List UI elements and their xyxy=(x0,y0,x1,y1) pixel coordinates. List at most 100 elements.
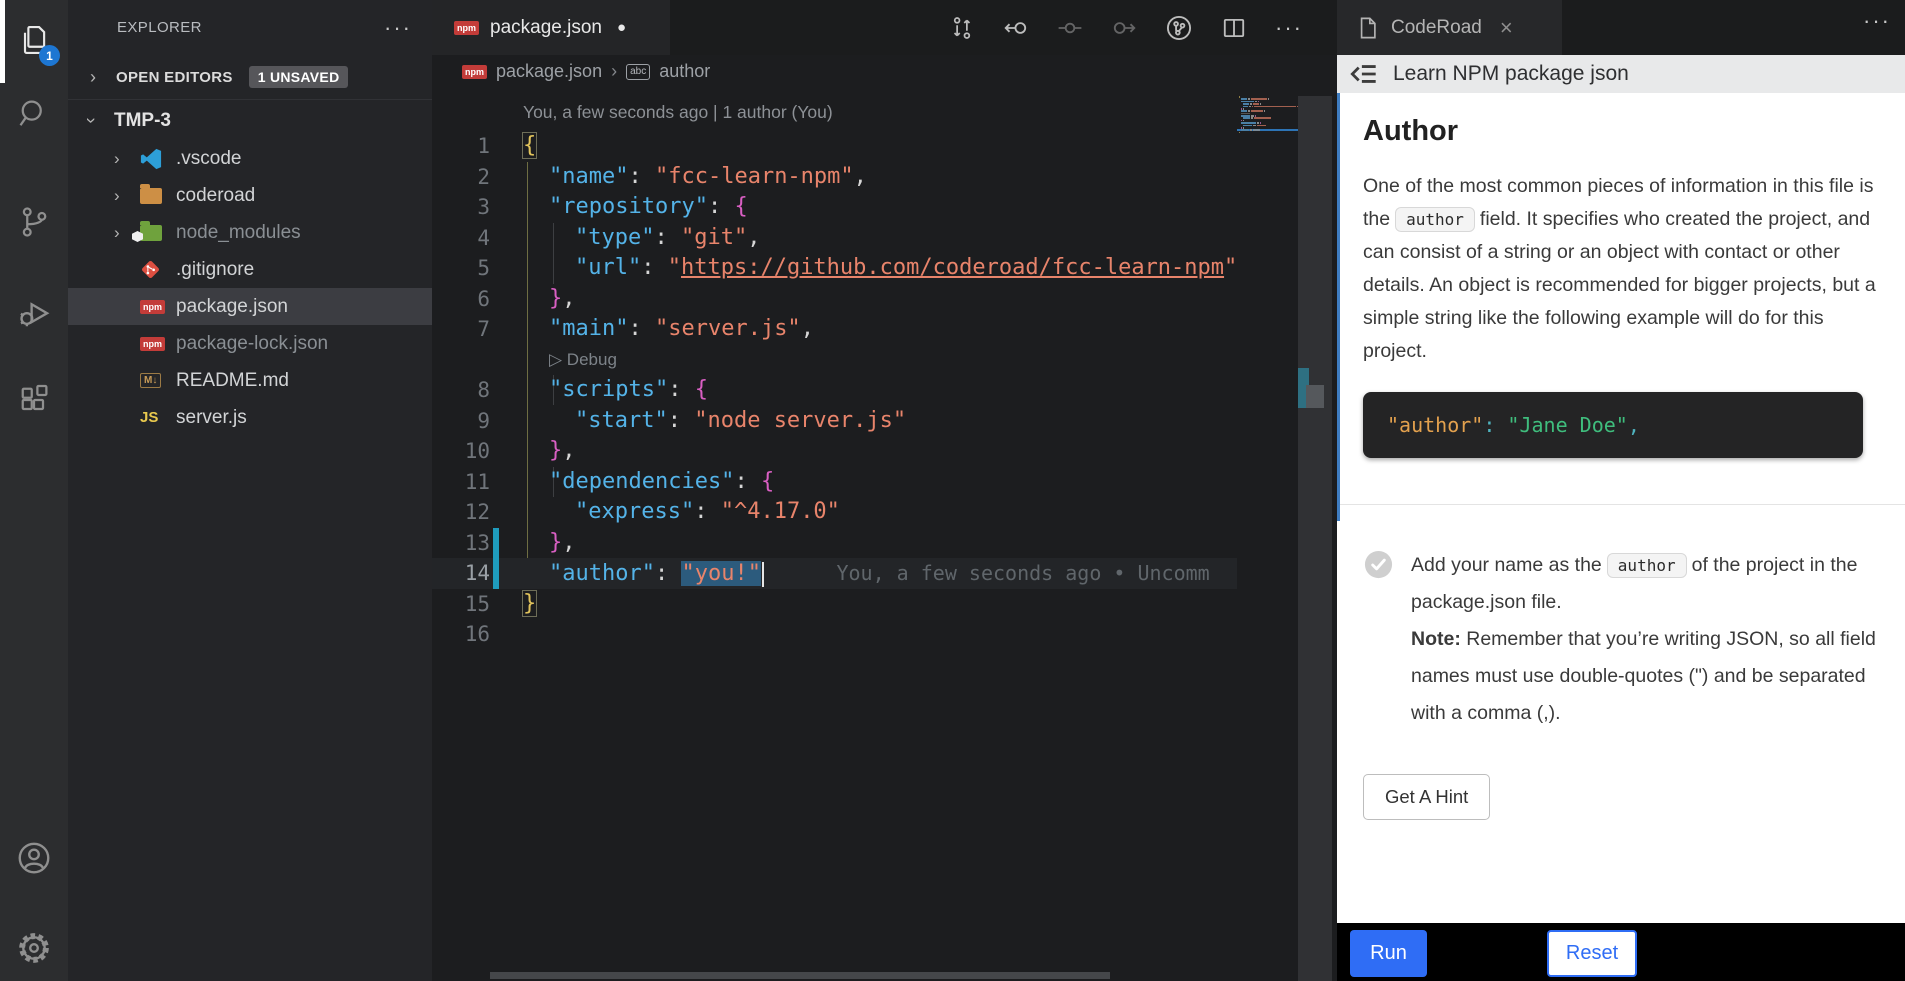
activity-account-button[interactable] xyxy=(0,824,68,892)
line-number: 16 xyxy=(432,619,490,650)
activity-source-control-button[interactable] xyxy=(0,188,68,256)
run-button[interactable]: Run xyxy=(1350,930,1427,977)
open-editors-section[interactable]: › OPEN EDITORS 1 UNSAVED xyxy=(68,55,432,100)
code-key: "author" xyxy=(1387,413,1483,437)
code-line-12[interactable]: 12"express": "^4.17.0" xyxy=(432,497,1237,528)
code-line-13[interactable]: 13}, xyxy=(432,528,1237,559)
token-pun: , xyxy=(747,225,760,250)
tree-item-label: package-lock.json xyxy=(176,333,328,355)
token-pun: , xyxy=(562,438,575,463)
tree-item-coderoad[interactable]: ›coderoad xyxy=(68,177,432,214)
breadcrumb-file[interactable]: package.json xyxy=(496,61,602,82)
tree-item--vscode[interactable]: › .vscode xyxy=(68,140,432,177)
chevron-right-icon: › xyxy=(114,149,140,169)
menu-collapse-icon[interactable] xyxy=(1347,57,1381,91)
navigate-back-icon[interactable] xyxy=(1003,15,1029,41)
step-over-icon[interactable] xyxy=(1057,15,1083,41)
editor-tab-bar: npm package.json ● xyxy=(432,0,1337,55)
activity-search-button[interactable] xyxy=(0,80,68,148)
tree-item-readme-md[interactable]: M↓README.md xyxy=(68,362,432,399)
line-number: 14 xyxy=(432,558,490,589)
token-pink: { xyxy=(761,469,774,494)
activity-bar: 1 xyxy=(0,0,68,981)
code-line-9[interactable]: 9"start": "node server.js" xyxy=(432,406,1237,437)
npm-icon: npm xyxy=(454,21,479,35)
activity-run-debug-button[interactable] xyxy=(0,278,68,346)
code-value: "Jane Doe" xyxy=(1507,413,1627,437)
line-number: 8 xyxy=(432,375,490,406)
more-actions-icon[interactable]: ··· xyxy=(1275,23,1303,33)
code-line-14[interactable]: 14"author": "you!"You, a few seconds ago… xyxy=(432,558,1237,589)
code-line-6[interactable]: 6}, xyxy=(432,284,1237,315)
split-editor-icon[interactable] xyxy=(1221,15,1247,41)
panel-resize-sash[interactable] xyxy=(1337,93,1340,521)
panel-tab-bar: CodeRoad × ··· xyxy=(1337,0,1905,55)
minimap[interactable] xyxy=(1237,96,1298,136)
dirty-indicator[interactable]: ● xyxy=(617,19,626,36)
line-number: 12 xyxy=(432,497,490,528)
code-line-11[interactable]: 11"dependencies": { xyxy=(432,467,1237,498)
tree-item-package-json[interactable]: npm package.json xyxy=(68,288,432,325)
code-colon: : xyxy=(1483,413,1507,437)
editor-actions: ··· xyxy=(949,0,1303,55)
close-icon[interactable]: × xyxy=(1500,15,1513,41)
workspace-root-row[interactable]: › TMP-3 xyxy=(68,101,432,140)
tree-item-node-modules[interactable]: ›node_modules xyxy=(68,214,432,251)
tab-coderoad[interactable]: CodeRoad × xyxy=(1337,0,1562,55)
tree-item-package-lock-json[interactable]: npmpackage-lock.json xyxy=(68,325,432,362)
npm-icon: npm xyxy=(140,300,165,314)
token-url: https://github.com/coderoad/fcc-learn-np… xyxy=(681,255,1224,280)
line-number: 9 xyxy=(432,406,490,437)
tree-item-label: package.json xyxy=(176,296,288,318)
line-number: 15 xyxy=(432,589,490,620)
code-line-5[interactable]: 5"url": "https://github.com/coderoad/fcc… xyxy=(432,253,1237,284)
code-line-3[interactable]: 3"repository": { xyxy=(432,192,1237,223)
folder-icon xyxy=(140,188,162,204)
example-code-block: "author": "Jane Doe", xyxy=(1363,392,1863,458)
tab-package-json[interactable]: npm package.json ● xyxy=(432,0,670,55)
code-line-7[interactable]: 7"main": "server.js", xyxy=(432,314,1237,345)
token-key: "url" xyxy=(575,255,641,280)
timeline-icon[interactable] xyxy=(1165,14,1193,42)
tree-item--gitignore[interactable]: .gitignore xyxy=(68,251,432,288)
token-sel: "you!" xyxy=(681,561,760,586)
code-line-8[interactable]: 8"scripts": { xyxy=(432,375,1237,406)
vscode-window: 1 xyxy=(0,0,1905,981)
chevron-right-icon: › xyxy=(114,186,140,206)
vertical-scrollbar[interactable] xyxy=(1298,96,1332,981)
activity-explorer-button[interactable]: 1 xyxy=(0,6,68,74)
codelens-row[interactable]: ▷ Debug xyxy=(432,345,1237,376)
line-number xyxy=(432,345,490,376)
vertical-scrollbar-handle[interactable] xyxy=(1306,385,1324,408)
markdown-icon: M↓ xyxy=(140,373,161,388)
lesson-content: Author One of the most common pieces of … xyxy=(1337,93,1905,923)
code-line-10[interactable]: 10}, xyxy=(432,436,1237,467)
code-line-15[interactable]: 15} xyxy=(432,589,1237,620)
breadcrumb-symbol[interactable]: author xyxy=(659,61,710,82)
code-comma: , xyxy=(1628,413,1640,437)
code-line-1[interactable]: 1{ xyxy=(432,131,1237,162)
code-line-4[interactable]: 4"type": "git", xyxy=(432,223,1237,254)
token-ybr: } xyxy=(523,591,536,616)
horizontal-scrollbar-handle[interactable] xyxy=(490,972,1110,979)
lesson-paragraph: One of the most common pieces of informa… xyxy=(1363,170,1885,368)
token-pink: } xyxy=(549,438,562,463)
tree-item-label: .vscode xyxy=(176,148,241,170)
explorer-more-actions[interactable]: ··· xyxy=(384,23,412,33)
reset-button[interactable]: Reset xyxy=(1547,930,1637,977)
navigate-forward-icon[interactable] xyxy=(1111,15,1137,41)
code-line-16[interactable]: 16 xyxy=(432,619,1237,650)
activity-extensions-button[interactable] xyxy=(0,366,68,434)
chevron-down-icon: › xyxy=(81,118,102,124)
get-a-hint-button[interactable]: Get A Hint xyxy=(1363,774,1490,820)
activity-settings-button[interactable] xyxy=(0,914,68,981)
token-str: " xyxy=(1224,255,1237,280)
code-line-2[interactable]: 2"name": "fcc-learn-npm", xyxy=(432,162,1237,193)
tree-item-server-js[interactable]: JSserver.js xyxy=(68,399,432,436)
inline-code-author: author xyxy=(1395,207,1475,232)
token-key: "name" xyxy=(549,164,628,189)
abc-symbol-icon: abc xyxy=(626,64,650,80)
compare-changes-icon[interactable] xyxy=(949,15,975,41)
line-number: 3 xyxy=(432,192,490,223)
panel-more-actions[interactable]: ··· xyxy=(1863,16,1891,26)
